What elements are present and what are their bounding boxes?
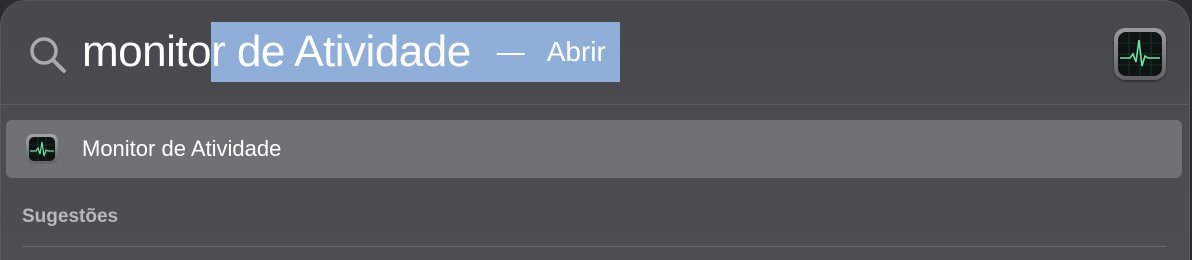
section-divider [22, 246, 1166, 247]
activity-monitor-app-icon[interactable] [1114, 28, 1166, 80]
section-header-suggestions: Sugestões [22, 206, 119, 227]
spotlight-window: monito r de Atividade — Abrir Monitor de… [0, 0, 1190, 260]
open-action-label: Abrir [546, 36, 606, 67]
result-row-selected[interactable]: Monitor de Atividade [6, 120, 1182, 178]
result-label: Monitor de Atividade [82, 136, 282, 161]
search-query-typed: monito [82, 27, 212, 76]
autocomplete-text: r de Atividade [211, 27, 471, 76]
search-input[interactable]: monito r de Atividade — Abrir [82, 22, 620, 82]
search-divider [0, 104, 1190, 105]
search-bar[interactable]: monito r de Atividade — Abrir [0, 0, 1190, 104]
activity-monitor-app-icon [26, 134, 58, 164]
autocomplete-selection: r de Atividade — Abrir [211, 22, 620, 82]
completion-separator: — [496, 36, 525, 67]
scrollbar[interactable] [1180, 110, 1188, 260]
search-icon [30, 37, 66, 73]
